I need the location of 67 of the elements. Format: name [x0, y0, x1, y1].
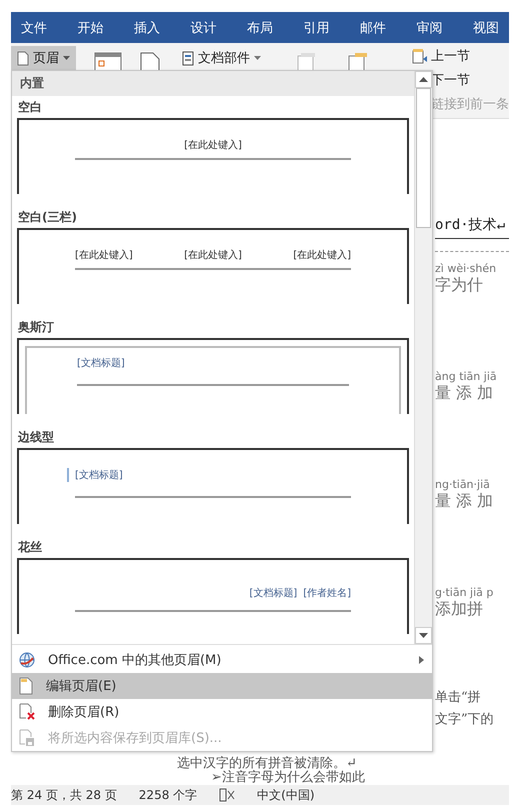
chinese-text: 量 添 加	[435, 383, 494, 404]
ribbon-tab[interactable]: 视图	[473, 18, 499, 36]
document-text: 选中汉字的所有拼音被清除。↵	[177, 757, 357, 771]
document-text: ➢注音字母为什么会带如此	[210, 771, 366, 785]
menu-item[interactable]: 删除页眉(R)	[12, 699, 432, 725]
scrollbar-thumb[interactable]	[416, 88, 431, 228]
ribbon-tab[interactable]: 开始	[78, 18, 104, 36]
ribbon-tab[interactable]: 设计	[190, 18, 216, 36]
placeholder-text: [文档标题]	[75, 468, 123, 482]
gallery-item-name: 边线型	[17, 429, 55, 446]
globe-icon	[18, 651, 36, 669]
word-count: 2258 个字	[138, 786, 198, 804]
header-preview[interactable]: [文档标题]	[17, 338, 409, 414]
placeholder-text: [在此处键入]	[184, 138, 242, 152]
caret-icon	[254, 56, 261, 60]
proofing-icon	[219, 788, 236, 802]
gallery-item-name: 花丝	[17, 539, 43, 556]
navigation-button[interactable]: 上一节	[412, 47, 509, 65]
ribbon-tab[interactable]: 文件	[21, 18, 47, 36]
pinyin-text: àng tiān jiā	[435, 370, 498, 383]
caret-icon	[63, 56, 70, 60]
ribbon-tab[interactable]: 引用	[304, 18, 330, 36]
scroll-up-button[interactable]	[415, 71, 432, 88]
language-status: 中文(中国)	[257, 786, 315, 804]
placeholder-text: [作者姓名]	[303, 586, 351, 600]
page-delete-icon	[18, 703, 36, 721]
document-heading: ord·技术↵	[435, 216, 509, 239]
page-icon	[18, 677, 34, 695]
gallery-item-name: 空白	[17, 99, 43, 116]
accent-bar	[67, 468, 69, 482]
up-arrow-icon	[419, 77, 428, 82]
pinyin-text: ng·tiān·jiā	[435, 478, 491, 491]
gallery-item-name: 空白(三栏)	[17, 209, 78, 226]
pinyin-text: zì wèi·shén	[435, 262, 498, 275]
header-preview[interactable]: [在此处键入]	[17, 118, 409, 194]
document-parts-icon	[182, 50, 194, 66]
header-button[interactable]: 页眉	[11, 46, 76, 70]
page-count: 第 24 页，共 28 页	[11, 786, 117, 804]
ribbon-tab[interactable]: 邮件	[360, 18, 386, 36]
ribbon-tab[interactable]: 审阅	[416, 18, 442, 36]
placeholder-text: [在此处键入]	[184, 248, 242, 262]
ribbon-tab[interactable]: 布局	[247, 18, 273, 36]
gallery-item-name: 奥斯汀	[17, 319, 55, 336]
down-arrow-icon	[419, 633, 428, 638]
menu-item[interactable]: 编辑页眉(E)	[12, 673, 432, 699]
placeholder-text: [在此处键入]	[75, 248, 133, 262]
section-icon	[412, 48, 428, 64]
chinese-text: 量 添 加	[435, 491, 494, 512]
document-text: 单击“拼	[435, 689, 482, 706]
document-parts-button[interactable]: 文档部件	[178, 46, 265, 70]
gallery-section-title: 内置	[12, 71, 414, 96]
chinese-text: 添加拼	[435, 599, 484, 620]
header-preview[interactable]: [文档标题] [作者姓名]	[17, 558, 409, 634]
placeholder-text: [在此处键入]	[293, 248, 351, 262]
header-preview[interactable]: [文档标题]	[17, 448, 409, 524]
document-text: 文字”下的	[435, 711, 495, 728]
pinyin-text: g·tiān jiā p	[435, 586, 494, 599]
placeholder-text: [文档标题]	[249, 586, 298, 600]
scroll-down-button[interactable]	[415, 627, 432, 644]
chinese-text: 字为什	[435, 275, 484, 296]
menu-item[interactable]: Office.com 中的其他页眉(M)	[12, 647, 432, 673]
page-icon	[17, 50, 29, 66]
placeholder-text: [文档标题]	[77, 356, 125, 370]
scrollbar-track[interactable]	[414, 71, 432, 644]
header-preview[interactable]: [在此处键入] [在此处键入] [在此处键入]	[17, 228, 409, 304]
ribbon-tab[interactable]: 插入	[134, 18, 160, 36]
page-save-icon	[18, 729, 36, 747]
